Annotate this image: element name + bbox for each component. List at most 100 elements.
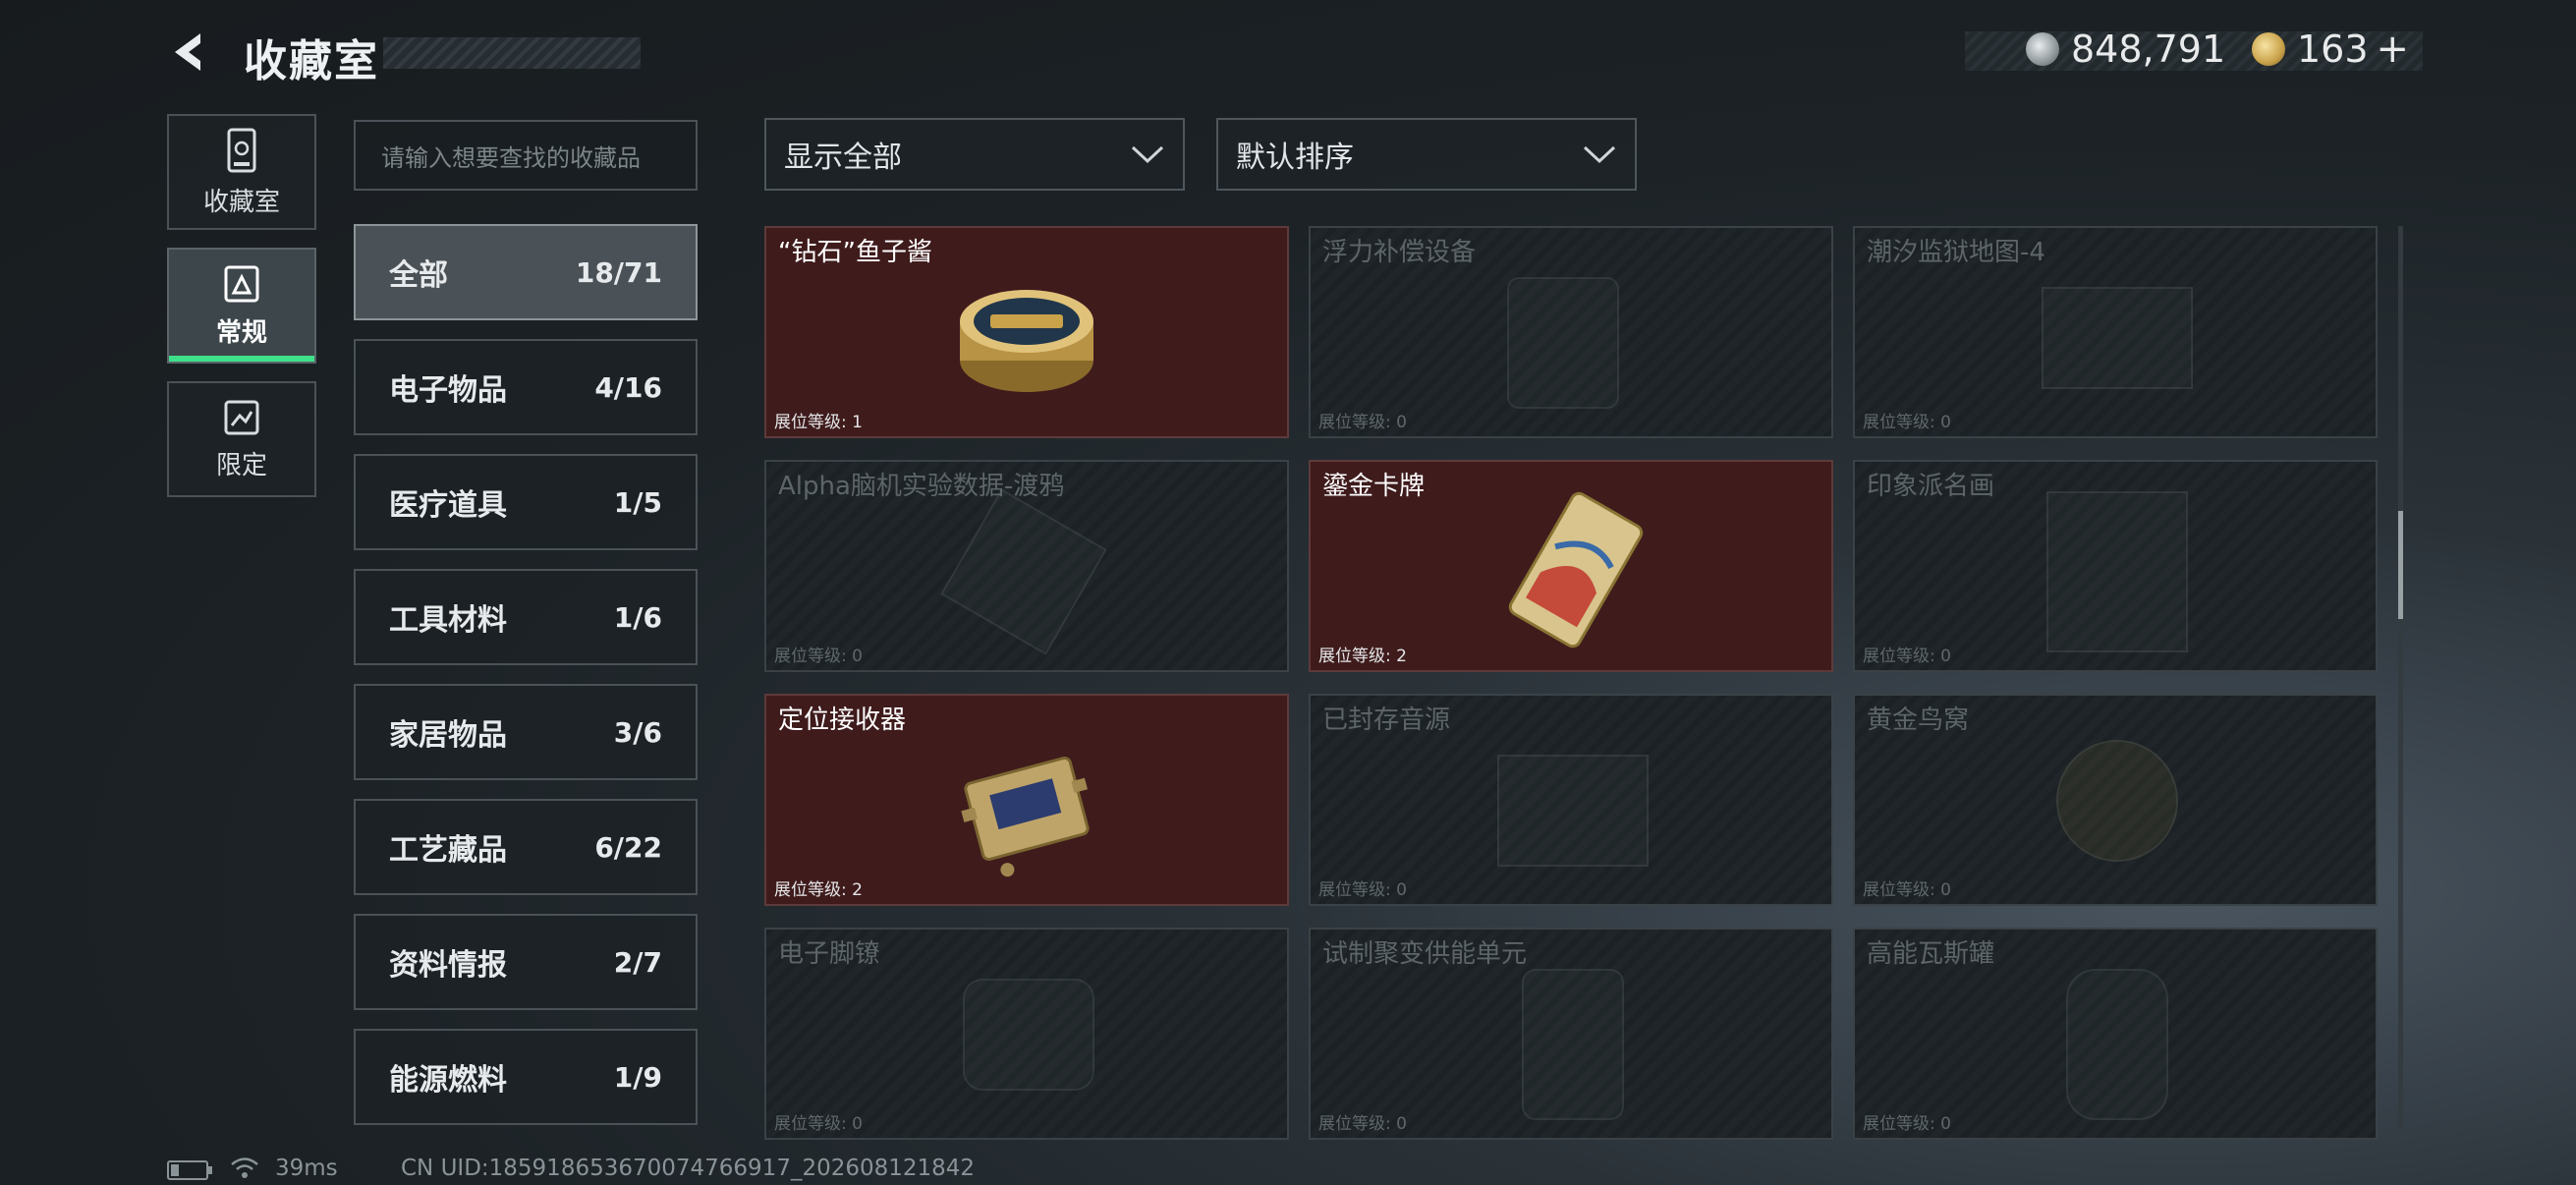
category-count: 2/7 — [613, 945, 662, 979]
ping-value: 39ms — [275, 1156, 338, 1181]
category-energy[interactable]: 能源燃料 1/9 — [354, 1029, 698, 1125]
item-card[interactable]: 印象派名画 展位等级: 0 — [1853, 460, 2378, 672]
sidebar-item-label: 收藏室 — [202, 187, 280, 217]
category-crafts[interactable]: 工艺藏品 6/22 — [354, 799, 698, 895]
item-card[interactable]: 黄金鸟窝 展位等级: 0 — [1853, 694, 2378, 906]
item-card[interactable]: 已封存音源 展位等级: 0 — [1309, 694, 1833, 906]
sort-dropdown[interactable]: 默认排序 — [1216, 118, 1637, 191]
sidebar-item-label: 常规 — [215, 317, 267, 348]
sidebar-item-regular[interactable]: 常规 — [167, 248, 316, 364]
sidebar-item-collection[interactable]: 收藏室 — [167, 114, 316, 230]
item-level: 展位等级: 0 — [1863, 880, 1951, 900]
category-label: 工艺藏品 — [389, 833, 507, 868]
caviar-tin-icon — [960, 290, 1093, 392]
search-input[interactable]: 请输入想要查找的收藏品 — [354, 120, 698, 191]
fusion-cell-icon — [1522, 969, 1624, 1120]
regular-icon — [224, 265, 259, 302]
item-card[interactable]: “钻石”鱼子酱 展位等级: 1 — [764, 226, 1289, 438]
item-card[interactable]: 浮力补偿设备 展位等级: 0 — [1309, 226, 1833, 438]
audio-source-icon — [1497, 755, 1649, 867]
category-electronics[interactable]: 电子物品 4/16 — [354, 339, 698, 435]
painting-icon — [2046, 491, 2188, 652]
category-label: 电子物品 — [389, 373, 507, 408]
gold-amount: 163 — [2297, 28, 2369, 71]
back-arrow-icon — [175, 33, 200, 71]
category-label: 工具材料 — [389, 603, 507, 638]
category-count: 1/9 — [613, 1060, 662, 1094]
collection-icon — [227, 128, 256, 172]
category-medical[interactable]: 医疗道具 1/5 — [354, 454, 698, 550]
item-level: 展位等级: 0 — [1318, 1114, 1407, 1134]
gold-currency: 163 + — [2252, 27, 2410, 72]
page-title: 收藏室 — [244, 36, 379, 86]
chevron-down-icon — [1131, 145, 1164, 164]
golden-nest-icon — [2056, 740, 2178, 862]
item-card[interactable]: 电子脚镣 展位等级: 0 — [764, 928, 1289, 1140]
item-level: 展位等级: 0 — [1863, 1114, 1951, 1134]
category-label: 能源燃料 — [389, 1063, 507, 1098]
item-card[interactable]: 潮汐监狱地图-4 展位等级: 0 — [1853, 226, 2378, 438]
data-drive-icon — [940, 488, 1107, 655]
item-level: 展位等级: 1 — [774, 413, 863, 432]
item-name: 试制聚变供能单元 — [1322, 939, 1528, 969]
add-gold-button[interactable]: + — [2377, 27, 2410, 72]
ankle-monitor-icon — [963, 979, 1094, 1091]
sidebar-item-label: 限定 — [215, 450, 267, 480]
item-card[interactable]: 鎏金卡牌 展位等级: 2 — [1309, 460, 1833, 672]
category-count: 3/6 — [613, 715, 662, 749]
item-level: 展位等级: 0 — [1318, 413, 1407, 432]
locator-receiver-icon — [961, 756, 1090, 877]
bcd-device-icon — [1507, 277, 1619, 409]
item-card[interactable]: 高能瓦斯罐 展位等级: 0 — [1853, 928, 2378, 1140]
item-name: “钻石”鱼子酱 — [778, 238, 932, 267]
display-filter-value: 显示全部 — [784, 141, 902, 175]
item-name: 鎏金卡牌 — [1322, 472, 1426, 501]
wifi-icon — [231, 1157, 258, 1178]
silver-coin-icon — [2026, 32, 2059, 66]
limited-icon — [224, 400, 259, 434]
category-household[interactable]: 家居物品 3/6 — [354, 684, 698, 780]
uid-text: CN UID:185918653670074766917_20260812184… — [401, 1156, 976, 1181]
silver-amount: 848,791 — [2071, 28, 2226, 71]
item-level: 展位等级: 0 — [1863, 413, 1951, 432]
category-count: 4/16 — [594, 370, 662, 404]
search-placeholder: 请输入想要查找的收藏品 — [381, 143, 641, 172]
display-filter-dropdown[interactable]: 显示全部 — [764, 118, 1185, 191]
category-label: 全部 — [389, 258, 448, 293]
gilded-card-icon — [1508, 491, 1644, 649]
item-level: 展位等级: 0 — [774, 647, 863, 666]
item-name: Alpha脑机实验数据-渡鸦 — [778, 472, 1065, 501]
item-level: 展位等级: 0 — [1863, 647, 1951, 666]
back-button[interactable] — [165, 28, 214, 77]
category-count: 1/6 — [613, 600, 662, 634]
item-card[interactable]: 试制聚变供能单元 展位等级: 0 — [1309, 928, 1833, 1140]
item-name: 高能瓦斯罐 — [1867, 939, 1995, 969]
title-decoration — [383, 37, 641, 69]
category-count: 6/22 — [594, 830, 662, 864]
scrollbar-track[interactable] — [2398, 226, 2403, 1130]
item-level: 展位等级: 0 — [774, 1114, 863, 1134]
category-tools[interactable]: 工具材料 1/6 — [354, 569, 698, 665]
silver-currency: 848,791 — [2026, 28, 2225, 71]
item-card[interactable]: Alpha脑机实验数据-渡鸦 展位等级: 0 — [764, 460, 1289, 672]
item-name: 定位接收器 — [778, 705, 907, 735]
category-count: 18/71 — [575, 255, 662, 289]
item-level: 展位等级: 0 — [1318, 880, 1407, 900]
scrollbar-thumb[interactable] — [2398, 511, 2403, 619]
gas-canister-icon — [2066, 969, 2168, 1120]
category-intel[interactable]: 资料情报 2/7 — [354, 914, 698, 1010]
item-level: 展位等级: 2 — [1318, 647, 1407, 666]
item-level: 展位等级: 2 — [774, 880, 863, 900]
category-all[interactable]: 全部 18/71 — [354, 224, 698, 320]
category-label: 家居物品 — [389, 718, 507, 753]
item-name: 潮汐监狱地图-4 — [1867, 238, 2045, 267]
item-name: 电子脚镣 — [778, 939, 881, 969]
battery-icon — [167, 1160, 212, 1180]
sidebar-item-limited[interactable]: 限定 — [167, 381, 316, 497]
active-indicator — [169, 356, 314, 362]
item-name: 浮力补偿设备 — [1322, 238, 1477, 267]
item-name: 印象派名画 — [1867, 472, 1995, 501]
sort-value: 默认排序 — [1236, 141, 1354, 175]
item-card[interactable]: 定位接收器 展位等级: 2 — [764, 694, 1289, 906]
gold-coin-icon — [2252, 32, 2285, 66]
